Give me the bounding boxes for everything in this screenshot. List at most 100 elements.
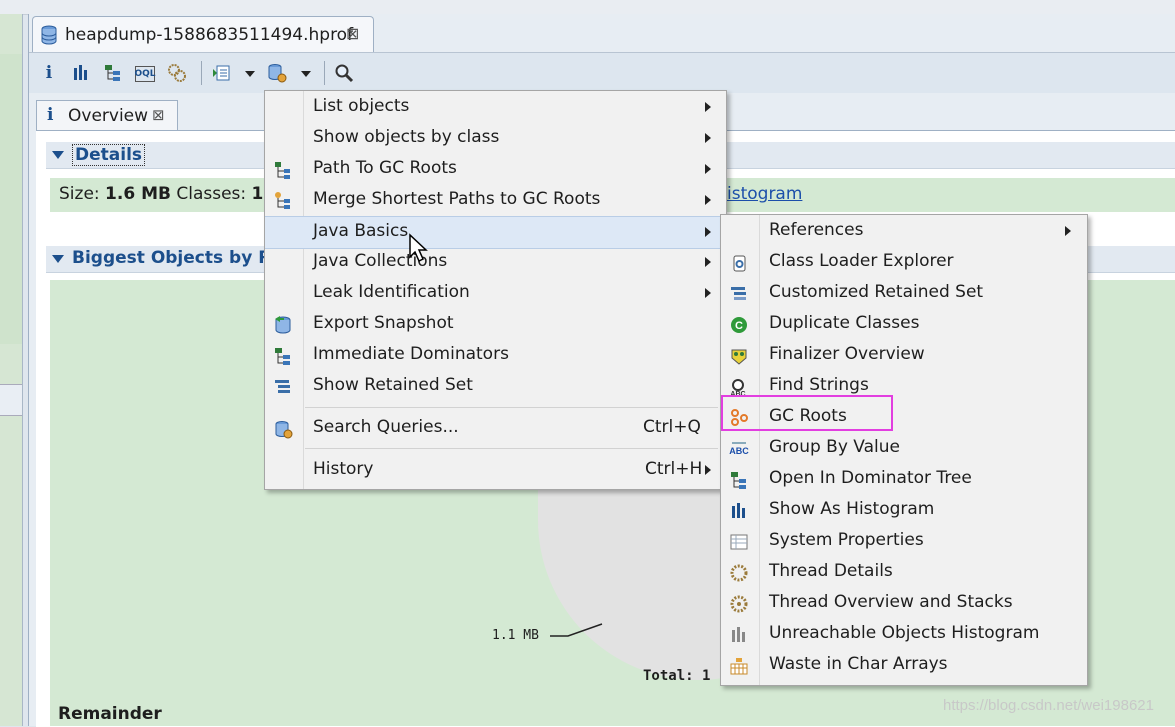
menu-item-label: Show objects by class — [313, 127, 500, 147]
submenu-arrow-icon — [705, 257, 711, 267]
search-icon[interactable] — [334, 63, 354, 83]
java-basics-item-unreachable-objects-histogram[interactable]: Unreachable Objects Histogram — [721, 619, 1087, 650]
query-browser-icon[interactable] — [267, 63, 287, 83]
menu-item-label: Java Basics — [313, 221, 409, 241]
run-report-icon[interactable] — [211, 63, 231, 83]
java-basics-item-references[interactable]: References — [721, 216, 1087, 247]
left-panel-bar — [0, 384, 22, 416]
java-basics-item-duplicate-classes[interactable]: C Duplicate Classes — [721, 309, 1087, 340]
query-menu-item-java-collections[interactable]: Java Collections — [265, 247, 726, 278]
query-menu-item-merge-shortest-paths-to-gc-roots[interactable]: Merge Shortest Paths to GC Roots — [265, 185, 726, 216]
thread-details-icon — [730, 564, 748, 582]
dominator-tree-icon[interactable] — [103, 63, 123, 83]
menu-item-label: References — [769, 220, 864, 240]
slice-leader-line — [550, 623, 603, 637]
menu-item-label: Unreachable Objects Histogram — [769, 623, 1040, 643]
menu-item-label: Show Retained Set — [313, 375, 473, 395]
submenu-arrow-icon — [705, 133, 711, 143]
collapse-triangle-icon[interactable] — [52, 151, 64, 159]
editor-tab[interactable]: heapdump-1588683511494.hprof ⊠ — [32, 16, 374, 53]
menu-separator — [305, 407, 718, 408]
query-menu-item-show-objects-by-class[interactable]: Show objects by class — [265, 123, 726, 154]
svg-text:ABC: ABC — [729, 446, 749, 456]
menu-item-label: Open In Dominator Tree — [769, 468, 972, 488]
query-menu-item-show-retained-set[interactable]: Show Retained Set — [265, 371, 726, 402]
java-basics-submenu: References Class Loader Explorer Customize… — [720, 214, 1088, 686]
query-menu-item-search-queries[interactable]: Search Queries... Ctrl+Q — [265, 413, 726, 444]
close-icon[interactable]: ⊠ — [152, 106, 165, 124]
java-basics-item-thread-overview-and-stacks[interactable]: Thread Overview and Stacks — [721, 588, 1087, 619]
path-to-gc-roots-icon — [275, 162, 290, 179]
query-menu-item-list-objects[interactable]: List objects — [265, 92, 726, 123]
toolbar: i OQL — [29, 52, 1175, 93]
tab-overview[interactable]: i Overview ⊠ — [36, 100, 178, 131]
tab-overview-label: Overview — [68, 106, 149, 126]
query-menu-item-leak-identification[interactable]: Leak Identification — [265, 278, 726, 309]
menu-shortcut: Ctrl+Q — [643, 417, 701, 437]
menu-item-label: History — [313, 459, 374, 479]
svg-text:C: C — [735, 320, 743, 332]
info-icon: i — [47, 105, 54, 125]
menu-item-label: Group By Value — [769, 437, 900, 457]
menu-shortcut: Ctrl+H — [645, 459, 703, 479]
submenu-arrow-icon — [705, 227, 711, 237]
java-basics-item-class-loader-explorer[interactable]: Class Loader Explorer — [721, 247, 1087, 278]
immediate-dominators-icon — [275, 348, 290, 365]
java-basics-item-show-as-histogram[interactable]: Show As Histogram — [721, 495, 1087, 526]
oql-icon[interactable]: OQL — [134, 66, 156, 82]
details-summary: Size: 1.6 MB Classes: 1.8k — [59, 184, 293, 204]
submenu-arrow-icon — [1065, 226, 1071, 236]
menu-item-label: Thread Details — [769, 561, 893, 581]
window-top-strip — [0, 0, 1175, 15]
query-menu-item-immediate-dominators[interactable]: Immediate Dominators — [265, 340, 726, 371]
java-basics-item-waste-in-char-arrays[interactable]: Waste in Char Arrays — [721, 650, 1087, 681]
query-menu-item-path-to-gc-roots[interactable]: Path To GC Roots — [265, 154, 726, 185]
menu-item-label: Finalizer Overview — [769, 344, 925, 364]
class-loader-icon — [733, 255, 746, 272]
menu-item-label: Show As Histogram — [769, 499, 935, 519]
watermark: https://blog.csdn.net/wei198621 — [943, 697, 1154, 714]
find-strings-icon: ABC — [730, 379, 746, 397]
menu-item-label: Thread Overview and Stacks — [769, 592, 1013, 612]
customized-retained-set-icon — [731, 287, 746, 300]
thread-icon[interactable] — [167, 63, 187, 83]
menu-item-label: Customized Retained Set — [769, 282, 984, 302]
query-menu-item-java-basics[interactable]: Java Basics — [265, 216, 726, 249]
dominator-tree-icon — [731, 472, 746, 489]
close-icon[interactable]: ⊠ — [346, 24, 359, 43]
histogram-icon[interactable] — [71, 63, 91, 83]
menu-item-label: Waste in Char Arrays — [769, 654, 948, 674]
waste-char-arrays-icon — [730, 658, 748, 675]
retained-set-icon — [275, 380, 290, 393]
details-title: Details — [72, 144, 146, 166]
histogram-link[interactable]: istogram — [727, 184, 802, 204]
collapse-triangle-icon[interactable] — [52, 255, 64, 263]
menu-item-label: Duplicate Classes — [769, 313, 920, 333]
menu-item-label: Export Snapshot — [313, 313, 454, 333]
query-menu-item-export-snapshot[interactable]: Export Snapshot — [265, 309, 726, 340]
java-basics-item-group-by-value[interactable]: ABC Group By Value — [721, 433, 1087, 464]
slice-value-label: 1.1 MB — [492, 628, 539, 643]
dropdown-arrow-icon[interactable] — [296, 63, 316, 83]
java-basics-item-system-properties[interactable]: System Properties — [721, 526, 1087, 557]
toolbar-separator — [201, 61, 202, 85]
submenu-arrow-icon — [705, 195, 711, 205]
duplicate-classes-icon: C — [731, 317, 747, 333]
editor-tab-title: heapdump-1588683511494.hprof — [65, 25, 354, 45]
menu-item-label: List objects — [313, 96, 410, 116]
menu-item-label: Path To GC Roots — [313, 158, 457, 178]
java-basics-item-open-in-dominator-tree[interactable]: Open In Dominator Tree — [721, 464, 1087, 495]
thread-overview-icon — [730, 595, 748, 613]
java-basics-item-customized-retained-set[interactable]: Customized Retained Set — [721, 278, 1087, 309]
total-label: Total: 1 — [643, 668, 711, 684]
info-icon[interactable]: i — [39, 63, 59, 83]
java-basics-item-thread-details[interactable]: Thread Details — [721, 557, 1087, 588]
menu-item-label: Leak Identification — [313, 282, 470, 302]
menu-separator — [305, 448, 718, 449]
merge-paths-icon — [275, 192, 290, 209]
dropdown-arrow-icon[interactable] — [240, 63, 260, 83]
query-menu-item-history[interactable]: History Ctrl+H — [265, 455, 726, 486]
java-basics-item-finalizer-overview[interactable]: Finalizer Overview — [721, 340, 1087, 371]
left-side-panel — [0, 14, 23, 726]
submenu-arrow-icon — [705, 164, 711, 174]
